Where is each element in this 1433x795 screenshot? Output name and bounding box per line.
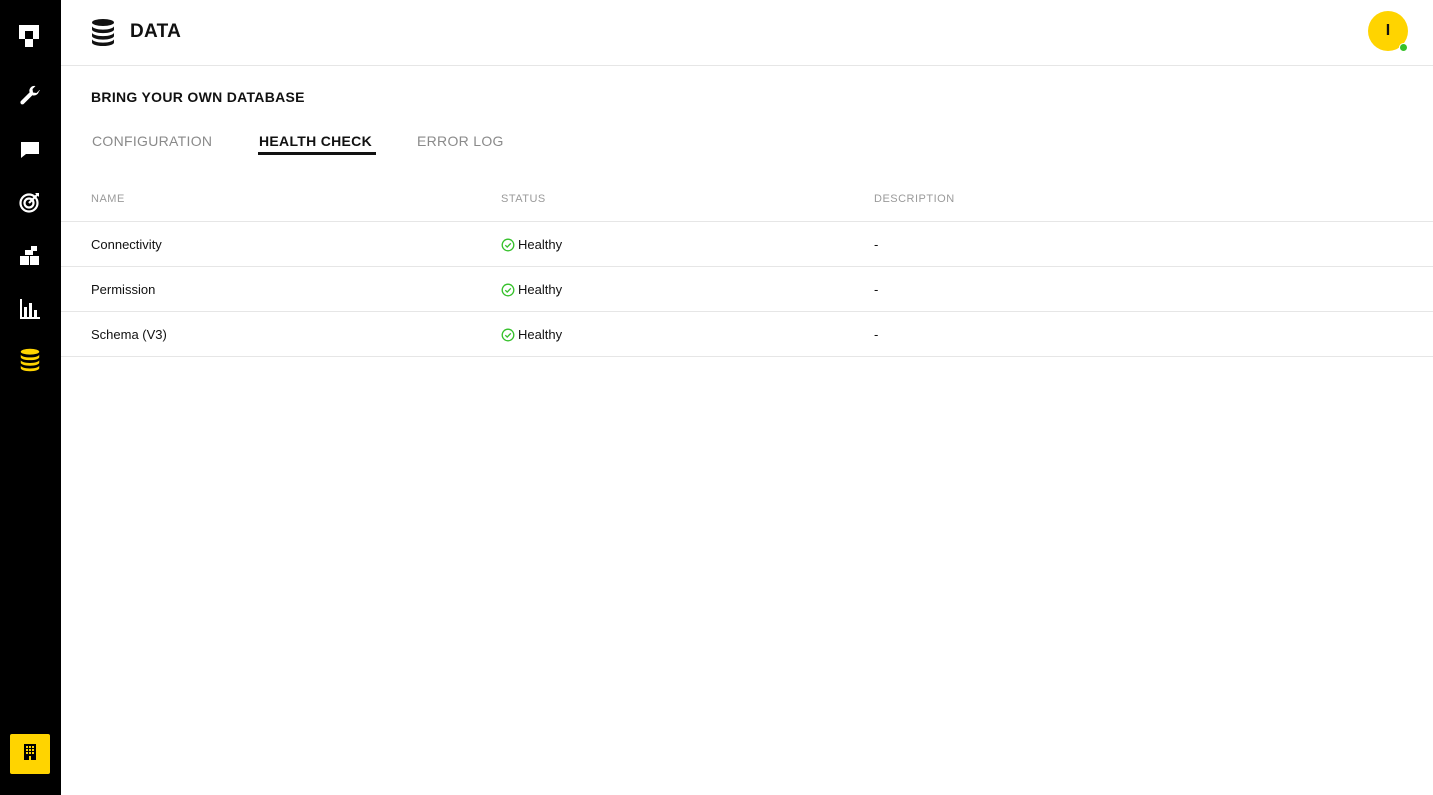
- bar-chart-icon[interactable]: [18, 297, 42, 321]
- row-description: -: [874, 237, 879, 252]
- status-text: Healthy: [518, 327, 563, 342]
- section-title: BRING YOUR OWN DATABASE: [91, 89, 305, 105]
- row-description: -: [874, 327, 879, 342]
- sidebar: [0, 0, 61, 795]
- column-header-name: NAME: [91, 193, 125, 205]
- database-icon: [91, 18, 115, 47]
- row-name: Connectivity: [91, 237, 162, 252]
- row-name: Schema (V3): [91, 327, 167, 342]
- active-tab-indicator: [258, 152, 376, 155]
- wrench-icon[interactable]: [18, 84, 42, 108]
- logo-icon[interactable]: [18, 24, 42, 48]
- tab-health-check[interactable]: HEALTH CHECK: [258, 131, 373, 151]
- table-row: Permission Healthy -: [61, 267, 1433, 312]
- tab-error-log[interactable]: ERROR LOG: [416, 131, 505, 151]
- chat-icon[interactable]: [18, 138, 42, 162]
- table-row: Connectivity Healthy -: [61, 222, 1433, 267]
- check-circle-icon: [501, 328, 515, 342]
- online-status-dot: [1399, 43, 1408, 52]
- check-circle-icon: [501, 283, 515, 297]
- target-icon[interactable]: [18, 190, 42, 214]
- building-icon: [24, 743, 36, 765]
- page-title: DATA: [130, 21, 182, 42]
- top-header: DATA I: [61, 0, 1433, 66]
- organization-button[interactable]: [10, 734, 50, 774]
- tab-configuration[interactable]: CONFIGURATION: [91, 131, 213, 151]
- health-check-table: NAME STATUS DESCRIPTION Connectivity Hea…: [61, 180, 1433, 357]
- check-circle-icon: [501, 238, 515, 252]
- column-header-description: DESCRIPTION: [874, 193, 955, 205]
- row-status: Healthy: [501, 326, 562, 344]
- table-row: Schema (V3) Healthy -: [61, 312, 1433, 357]
- table-header: NAME STATUS DESCRIPTION: [61, 180, 1433, 222]
- status-text: Healthy: [518, 282, 563, 297]
- row-status: Healthy: [501, 236, 562, 254]
- row-description: -: [874, 282, 879, 297]
- database-icon[interactable]: [18, 348, 42, 372]
- column-header-status: STATUS: [501, 193, 546, 205]
- row-status: Healthy: [501, 281, 562, 299]
- status-text: Healthy: [518, 237, 563, 252]
- row-name: Permission: [91, 282, 156, 297]
- blocks-icon[interactable]: [18, 244, 42, 268]
